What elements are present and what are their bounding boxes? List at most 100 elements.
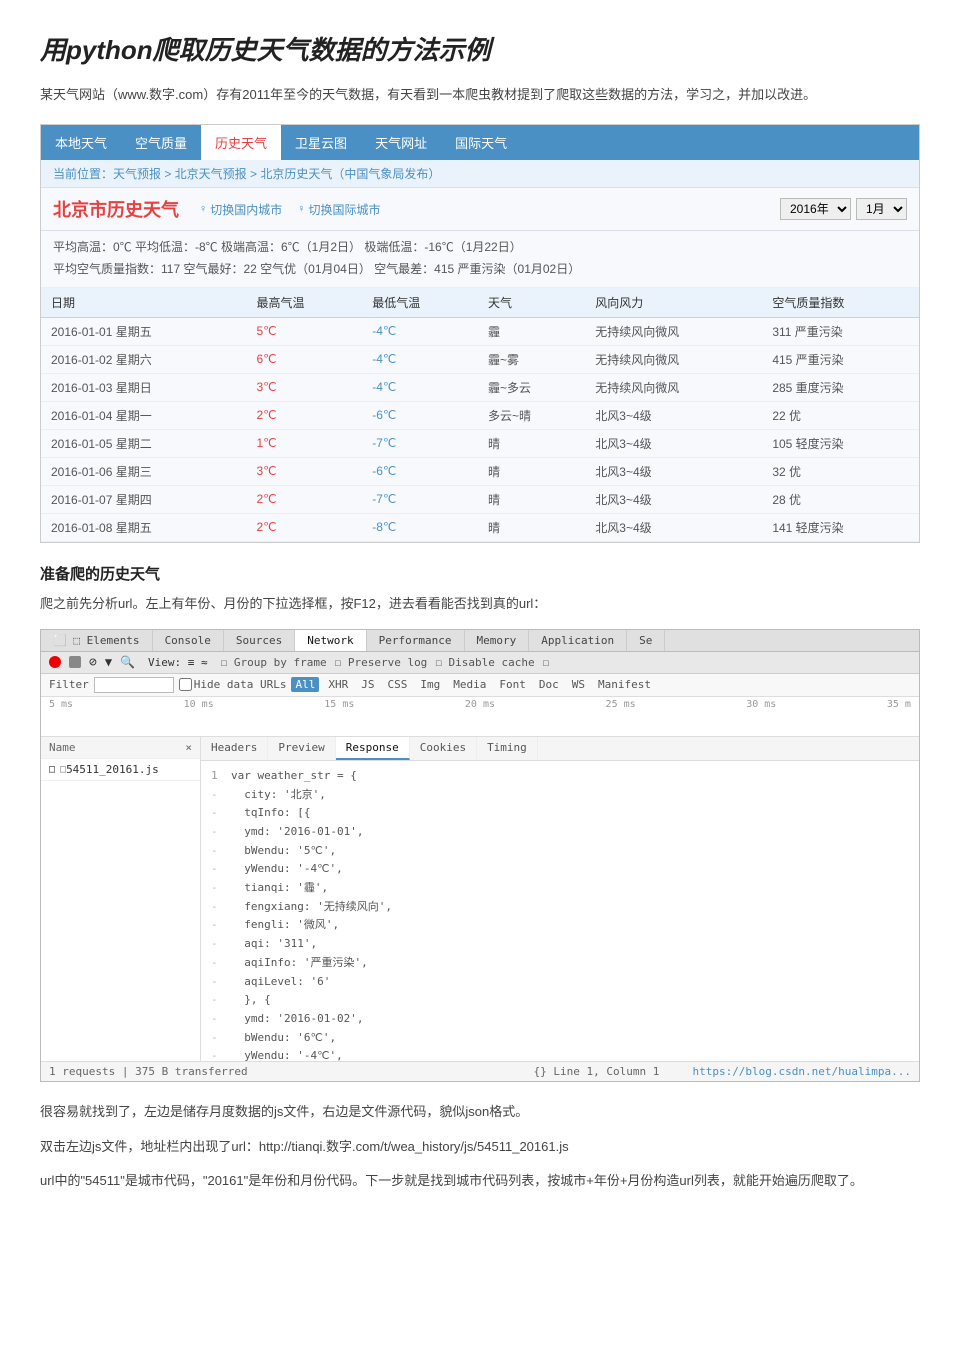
nav-satellite[interactable]: 卫星云图 [281,125,361,160]
code-line: - aqiLevel: '6' [211,973,909,992]
request-count-label: 1 requests | 375 B transferred [49,1065,248,1078]
code-content: ymd: '2016-01-01', [238,825,364,838]
timeline-ticks: 5 ms 10 ms 15 ms 20 ms 25 ms 30 ms 35 m [41,697,919,712]
nav-weather-sites[interactable]: 天气网址 [361,125,441,160]
filter-font[interactable]: Font [495,677,530,692]
col-date: 日期 [41,288,246,318]
filter-doc[interactable]: Doc [535,677,563,692]
name-col-label: Name [49,741,76,754]
dt-tab-console[interactable]: Console [153,630,224,651]
filter-icon[interactable]: ▼ [105,655,112,669]
disable-cache-label: ☐ Disable cache [435,656,534,669]
cell-wind: 北风3~4级 [585,513,762,541]
weather-table-row: 2016-01-01 星期五 5℃ -4℃ 霾 无持续风向微风 311 严重污染 [41,317,919,345]
code-dash: - [211,1031,218,1044]
cell-date: 2016-01-02 星期六 [41,345,246,373]
weather-table-row: 2016-01-07 星期四 2℃ -7℃ 晴 北风3~4级 28 优 [41,485,919,513]
code-dash: - [211,900,218,913]
search-icon[interactable]: 🔍 [120,655,135,669]
month-dropdown[interactable]: 1月 [856,198,907,220]
dt-tab-sources[interactable]: Sources [224,630,295,651]
cell-weather: 多云~晴 [478,401,585,429]
filter-media[interactable]: Media [449,677,490,692]
hide-data-urls-checkbox[interactable] [179,678,192,691]
cell-low: -4℃ [362,345,478,373]
year-dropdown[interactable]: 2016年 [780,198,851,220]
code-content: fengli: '微风', [238,918,339,931]
devtools-content: Name × □ 54511_20161.js Headers Preview … [41,737,919,1061]
nav-intl-weather[interactable]: 国际天气 [441,125,521,160]
cell-high: 2℃ [246,401,362,429]
dt-subtab-headers[interactable]: Headers [201,737,268,760]
weather-table-row: 2016-01-08 星期五 2℃ -8℃ 晴 北风3~4级 141 轻度污染 [41,513,919,541]
filter-js[interactable]: JS [357,677,378,692]
cell-high: 1℃ [246,429,362,457]
filter-input[interactable] [94,677,174,693]
dt-subtab-cookies[interactable]: Cookies [410,737,477,760]
code-content: yWendu: '-4℃', [238,1049,343,1061]
dt-tab-security[interactable]: Se [627,630,665,651]
nav-air-quality[interactable]: 空气质量 [121,125,201,160]
cell-aqi: 22 优 [762,401,919,429]
view-toggle-icon[interactable]: View: ≡ ≈ [143,655,213,670]
code-line: - ymd: '2016-01-01', [211,823,909,842]
section1-text: 爬之前先分析url。左上有年份、月份的下拉选择框，按F12，进去看看能否找到真的… [40,592,920,615]
code-dash: - [211,1012,218,1025]
filter-xhr[interactable]: XHR [324,677,352,692]
dt-subtab-preview[interactable]: Preview [268,737,335,760]
devtools-filter-bar: Filter Hide data URLs All XHR JS CSS Img… [41,674,919,697]
cell-date: 2016-01-03 星期日 [41,373,246,401]
filter-manifest[interactable]: Manifest [594,677,655,692]
code-dash: - [211,788,218,801]
dt-subtab-response[interactable]: Response [336,737,410,760]
cell-wind: 北风3~4级 [585,457,762,485]
code-content: tianqi: '霾', [238,881,328,894]
code-dash: - [211,806,218,819]
nav-history-weather[interactable]: 历史天气 [201,125,281,160]
cell-low: -7℃ [362,429,478,457]
dt-tab-application[interactable]: Application [529,630,627,651]
switch-domestic-btn[interactable]: 切换国内城市 [199,201,282,218]
file-item-js[interactable]: □ 54511_20161.js [41,759,200,781]
file-list-header: Name × [41,737,200,759]
dt-tab-elements[interactable]: ⬜ ⬚ Elements [41,630,153,651]
cell-low: -8℃ [362,513,478,541]
code-content: bWendu: '6℃', [238,1031,336,1044]
dt-subtab-timing[interactable]: Timing [477,737,538,760]
code-line: - aqi: '311', [211,935,909,954]
cell-wind: 无持续风向微风 [585,317,762,345]
filter-css[interactable]: CSS [383,677,411,692]
cell-aqi: 141 轻度污染 [762,513,919,541]
cell-high: 2℃ [246,485,362,513]
devtools-status-bar: 1 requests | 375 B transferred {} Line 1… [41,1061,919,1081]
clear-icon[interactable]: ⊘ [89,655,97,670]
switch-intl-btn[interactable]: 切换国际城市 [297,201,380,218]
cell-weather: 晴 [478,485,585,513]
stop-icon[interactable] [69,656,81,668]
cell-wind: 无持续风向微风 [585,345,762,373]
dt-tab-network[interactable]: Network [295,630,366,651]
cell-date: 2016-01-04 星期一 [41,401,246,429]
code-line: - yWendu: '-4℃', [211,1047,909,1061]
year-month-select[interactable]: 2016年 1月 [780,198,907,220]
code-line: - bWendu: '5℃', [211,842,909,861]
bottom-text-2: 双击左边js文件，地址栏内出现了url：http://tianqi.数字.com… [40,1135,920,1160]
record-icon[interactable] [49,656,61,668]
devtools-subtabs: Headers Preview Response Cookies Timing [201,737,919,761]
code-line: - ymd: '2016-01-02', [211,1010,909,1029]
cell-high: 6℃ [246,345,362,373]
filter-all[interactable]: All [291,677,319,692]
code-dash: - [211,956,218,969]
code-line: - tianqi: '霾', [211,879,909,898]
tick-15ms: 15 ms [324,699,354,710]
dt-tab-memory[interactable]: Memory [465,630,530,651]
cell-aqi: 285 重度污染 [762,373,919,401]
filter-ws[interactable]: WS [568,677,589,692]
filter-img[interactable]: Img [416,677,444,692]
code-line: - }, { [211,991,909,1010]
tick-25ms: 25 ms [606,699,636,710]
dt-tab-performance[interactable]: Performance [367,630,465,651]
cell-high: 2℃ [246,513,362,541]
nav-local-weather[interactable]: 本地天气 [41,125,121,160]
cell-weather: 霾~雾 [478,345,585,373]
